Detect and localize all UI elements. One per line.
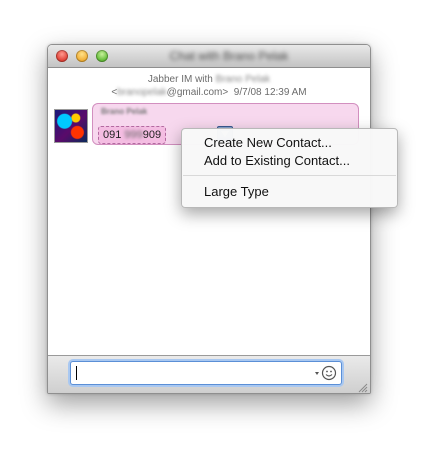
menu-separator [183,175,396,176]
menu-item-large-type[interactable]: Large Type [204,184,269,200]
chat-window: Chat with Brano Pelak Jabber IM with Bra… [47,44,371,394]
chat-timestamp: 9/7/08 12:39 AM [233,87,307,98]
chat-header-line1: Jabber IM with Brano Pelak [48,73,370,86]
phone-part-middle: 999 [124,129,143,141]
phone-number-link[interactable]: 091 999909 [98,126,167,144]
contact-domain: @gmail.com> [166,87,229,98]
zoom-button[interactable] [96,50,108,62]
input-area [48,355,370,393]
chat-header: Jabber IM with Brano Pelak <branopelak@g… [48,73,370,99]
phone-part-start: 091 [103,129,122,141]
contact-username: branopelak [117,87,167,98]
text-caret [76,366,77,380]
smiley-icon[interactable] [314,365,338,381]
contact-name: Brano Pelak [215,74,271,85]
window-title: Chat with Brano Pelak [169,49,289,63]
title-bar[interactable]: Chat with Brano Pelak [48,45,370,68]
chat-header-line2: <branopelak@gmail.com> 9/7/08 12:39 AM [48,86,370,99]
menu-item-create-new-contact[interactable]: Create New Contact... [204,135,332,151]
message-sender: Brano Pelak [101,107,148,116]
avatar [54,109,88,143]
minimize-button[interactable] [76,50,88,62]
menu-item-add-to-existing-contact[interactable]: Add to Existing Contact... [204,153,350,169]
message-input[interactable] [70,361,342,385]
phone-part-end: 909 [142,129,162,141]
context-menu: Create New Contact... Add to Existing Co… [181,128,398,208]
close-button[interactable] [56,50,68,62]
service-label: Jabber IM with [147,74,213,85]
resize-grip-icon[interactable] [357,380,368,393]
